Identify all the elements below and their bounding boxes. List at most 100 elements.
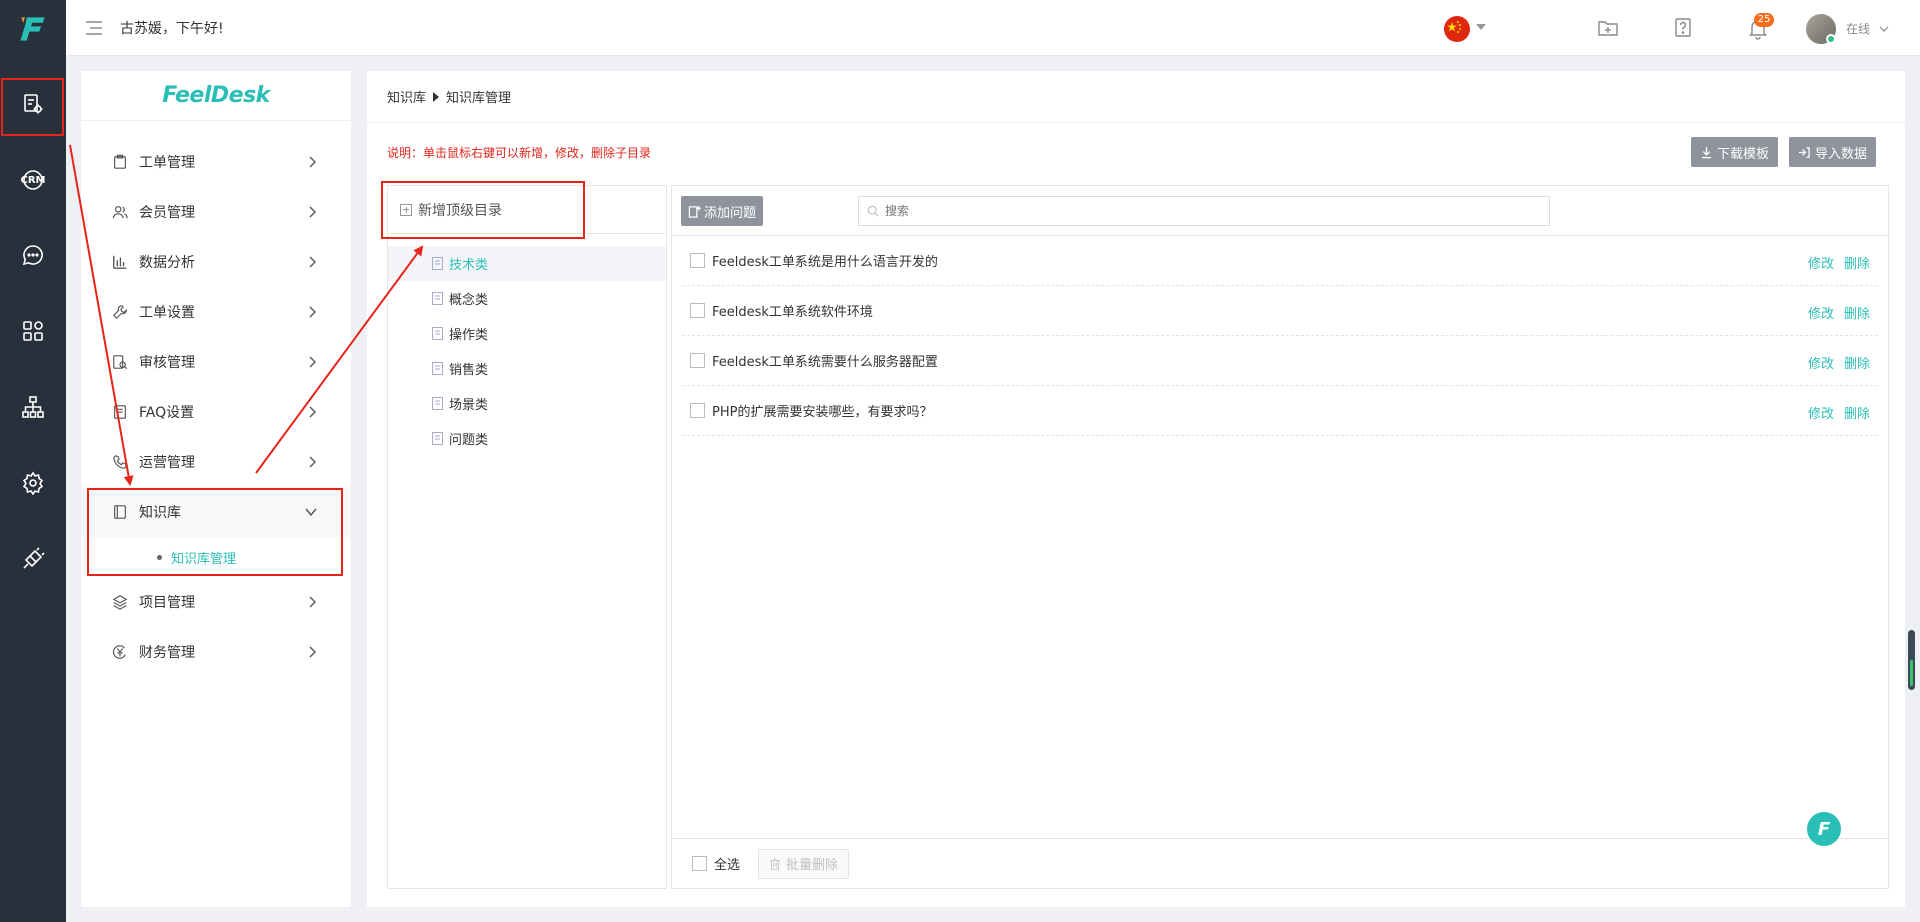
sidebar-item-project-management[interactable]: 项目管理 — [81, 577, 351, 627]
tree-node[interactable]: 技术类 — [388, 246, 666, 281]
sidebar-item-operations-management[interactable]: 运营管理 — [81, 437, 351, 487]
instruction-note: 说明：单击鼠标右键可以新增，修改，删除子目录 — [387, 146, 652, 160]
search-icon — [867, 205, 879, 217]
trash-icon — [770, 857, 780, 870]
batch-delete-button[interactable]: 批量删除 — [758, 848, 850, 879]
language-caret-icon[interactable] — [1476, 24, 1486, 30]
sidebar-subitem-knowledge-base-management[interactable]: 知识库管理 — [81, 537, 351, 577]
plugin-icon[interactable] — [13, 539, 53, 579]
category-tree: 技术类 概念类 操作类 销售类 场景类 问题类 — [388, 234, 666, 456]
edit-link[interactable]: 修改 — [1808, 303, 1834, 322]
question-row: Feeldesk工单系统是用什么语言开发的 修改 删除 — [682, 236, 1878, 286]
status-text[interactable]: 在线 — [1846, 20, 1870, 37]
plus-square-icon — [400, 203, 412, 216]
org-chart-icon[interactable] — [13, 387, 53, 427]
chevron-down-icon — [305, 508, 317, 517]
batch-delete-label: 批量删除 — [786, 858, 839, 873]
question-actions: 修改 删除 — [1808, 303, 1870, 322]
tree-node[interactable]: 概念类 — [388, 281, 666, 316]
chat-icon[interactable] — [13, 235, 53, 275]
sidebar-menu: 工单管理 会员管理 数据分析 工单设置 审核管理 FAQ设置 运营管理 知识库 … — [81, 121, 351, 677]
question-checkbox[interactable] — [690, 403, 705, 418]
sidebar-item-label: 知识库 — [139, 505, 181, 521]
add-top-directory-button[interactable]: 新增顶级目录 — [388, 186, 666, 234]
sidebar-item-member-management[interactable]: 会员管理 — [81, 187, 351, 237]
yen-icon — [111, 643, 129, 661]
gear-icon[interactable] — [13, 463, 53, 503]
brand-logo: FeelDesk — [81, 71, 351, 121]
sidebar-item-ticket-management[interactable]: 工单管理 — [81, 137, 351, 187]
sidebar-item-knowledge-base[interactable]: 知识库 — [81, 487, 351, 537]
sidebar-item-ticket-settings[interactable]: 工单设置 — [81, 287, 351, 337]
chevron-right-icon — [309, 456, 316, 468]
sidebar-item-review-management[interactable]: 审核管理 — [81, 337, 351, 387]
question-checkbox[interactable] — [690, 303, 705, 318]
question-title[interactable]: PHP的扩展需要安装哪些，有要求吗？ — [712, 401, 932, 420]
delete-link[interactable]: 删除 — [1844, 253, 1870, 272]
sidebar-item-label: FAQ设置 — [139, 405, 195, 421]
question-checkbox[interactable] — [690, 353, 705, 368]
download-template-button[interactable]: 下载模板 — [1691, 137, 1779, 167]
wrench-icon — [111, 303, 129, 321]
delete-link[interactable]: 删除 — [1844, 353, 1870, 372]
search-input[interactable] — [885, 204, 1525, 218]
menu-toggle-icon[interactable] — [84, 18, 104, 38]
faq-icon — [111, 403, 129, 421]
top-header: 古苏媛，下午好! — [66, 0, 1920, 56]
ticket-settings-icon[interactable] — [13, 84, 53, 124]
new-folder-icon[interactable] — [1596, 16, 1620, 40]
floating-help-logo[interactable]: F — [1807, 812, 1841, 846]
breadcrumb: 知识库 知识库管理 — [367, 71, 1905, 123]
help-icon[interactable] — [1671, 16, 1695, 40]
edit-link[interactable]: 修改 — [1808, 403, 1834, 422]
layers-icon — [111, 593, 129, 611]
main-panel: 知识库 知识库管理 说明：单击鼠标右键可以新增，修改，删除子目录 下载模板 导入… — [367, 71, 1905, 907]
tree-node[interactable]: 销售类 — [388, 351, 666, 386]
search-box[interactable] — [858, 196, 1550, 226]
question-actions: 修改 删除 — [1808, 253, 1870, 272]
select-all-label[interactable]: 全选 — [714, 854, 740, 873]
crm-icon[interactable]: CRM — [13, 160, 53, 200]
apps-grid-icon[interactable] — [13, 311, 53, 351]
sidebar-item-label: 审核管理 — [139, 355, 195, 371]
question-title[interactable]: Feeldesk工单系统是用什么语言开发的 — [712, 251, 938, 270]
question-title[interactable]: Feeldesk工单系统需要什么服务器配置 — [712, 351, 938, 370]
chevron-right-icon — [309, 256, 316, 268]
tree-node[interactable]: 场景类 — [388, 386, 666, 421]
delete-link[interactable]: 删除 — [1844, 303, 1870, 322]
question-row: Feeldesk工单系统需要什么服务器配置 修改 删除 — [682, 336, 1878, 386]
question-actions: 修改 删除 — [1808, 403, 1870, 422]
question-footer: 全选 批量删除 — [672, 838, 1888, 888]
sidebar-item-faq-settings[interactable]: FAQ设置 — [81, 387, 351, 437]
breadcrumb-item-knowledge-base[interactable]: 知识库 — [387, 87, 426, 106]
edit-link[interactable]: 修改 — [1808, 353, 1834, 372]
china-flag-icon[interactable] — [1444, 16, 1470, 42]
question-title[interactable]: Feeldesk工单系统软件环境 — [712, 301, 873, 320]
select-all-checkbox[interactable] — [692, 856, 707, 871]
tree-node-label: 销售类 — [449, 363, 489, 378]
chevron-right-icon — [309, 156, 316, 168]
sidebar-item-label: 工单设置 — [139, 305, 195, 321]
sidebar-item-label: 工单管理 — [139, 155, 195, 171]
tree-node-label: 技术类 — [449, 258, 489, 273]
document-icon — [432, 362, 443, 375]
sidebar-item-data-analysis[interactable]: 数据分析 — [81, 237, 351, 287]
sidebar-item-finance-management[interactable]: 财务管理 — [81, 627, 351, 677]
tree-node-label: 场景类 — [449, 398, 489, 413]
tree-node[interactable]: 问题类 — [388, 421, 666, 456]
chevron-right-icon — [309, 356, 316, 368]
chevron-down-icon[interactable] — [1878, 24, 1890, 34]
chevron-right-icon — [309, 646, 316, 658]
breadcrumb-separator-icon — [433, 91, 440, 102]
add-question-button[interactable]: 添加问题 — [681, 196, 764, 226]
delete-link[interactable]: 删除 — [1844, 403, 1870, 422]
brand-name: FeelDesk — [162, 83, 270, 108]
import-data-button[interactable]: 导入数据 — [1789, 137, 1877, 167]
tree-node[interactable]: 操作类 — [388, 316, 666, 351]
document-icon — [432, 397, 443, 410]
edit-link[interactable]: 修改 — [1808, 253, 1834, 272]
app-logo[interactable] — [14, 10, 52, 48]
question-checkbox[interactable] — [690, 253, 705, 268]
question-row: Feeldesk工单系统软件环境 修改 删除 — [682, 286, 1878, 336]
question-row: PHP的扩展需要安装哪些，有要求吗？ 修改 删除 — [682, 386, 1878, 436]
